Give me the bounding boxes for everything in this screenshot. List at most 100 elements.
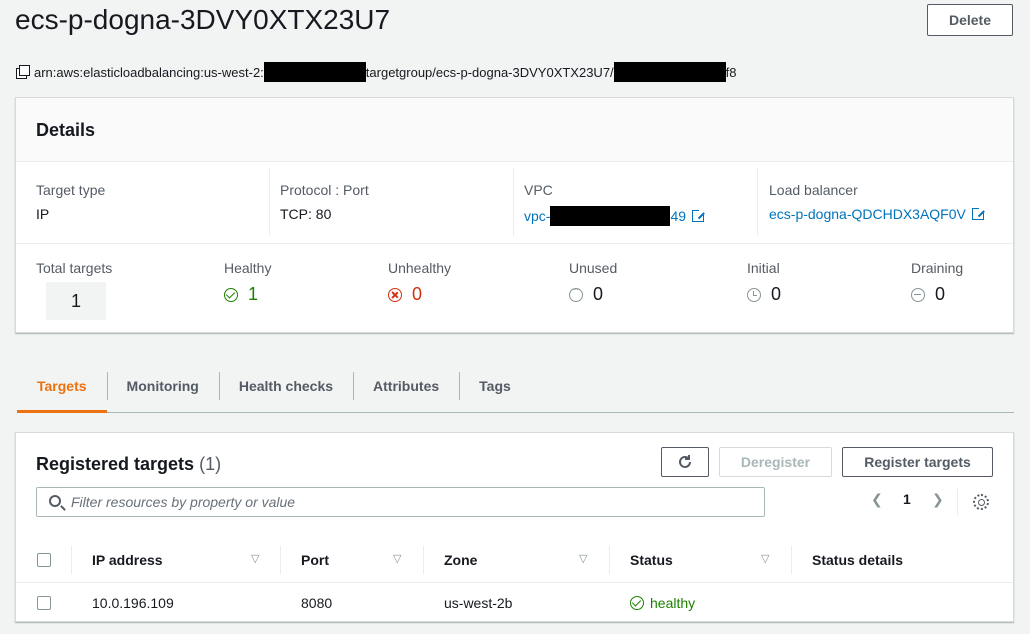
count-unhealthy: Unhealthy 0 bbox=[388, 260, 451, 305]
vpc-link[interactable]: vpc- 49 bbox=[524, 206, 707, 226]
divider bbox=[16, 243, 1013, 244]
filter-placeholder: Filter resources by property or value bbox=[71, 494, 296, 510]
tab-targets[interactable]: Targets bbox=[17, 367, 107, 413]
divider bbox=[957, 489, 958, 515]
count-label: Total targets bbox=[36, 260, 113, 276]
attr-target-type: Target type IP bbox=[36, 182, 105, 222]
select-all-checkbox[interactable] bbox=[37, 553, 51, 567]
redacted-block bbox=[613, 62, 726, 82]
attr-protocol-port: Protocol : Port TCP: 80 bbox=[280, 182, 369, 222]
tab-tags[interactable]: Tags bbox=[459, 367, 531, 413]
load-balancer-link[interactable]: ecs-p-dogna-QDCHDX3AQF0V bbox=[769, 206, 986, 222]
tab-health-checks[interactable]: Health checks bbox=[218, 367, 353, 413]
column-header[interactable]: Port bbox=[301, 552, 329, 568]
error-circle-icon bbox=[388, 287, 402, 302]
attr-vpc: VPC vpc- 49 bbox=[524, 182, 707, 226]
divider bbox=[609, 546, 610, 574]
port-cell: 8080 bbox=[301, 595, 333, 611]
divider bbox=[757, 168, 758, 236]
check-circle-icon bbox=[630, 596, 644, 610]
details-panel: Details Target type IP Protocol : Port T… bbox=[15, 97, 1014, 333]
count-label: Healthy bbox=[224, 260, 272, 276]
gear-icon[interactable] bbox=[973, 494, 989, 510]
count-total: Total targets 1 bbox=[36, 260, 112, 320]
arn-line: arn:aws:elasticloadbalancing:us-west-2: … bbox=[16, 62, 737, 82]
load-balancer-name: ecs-p-dogna-QDCHDX3AQF0V bbox=[769, 206, 966, 222]
vpc-prefix: vpc- bbox=[524, 208, 551, 224]
column-header: Status details bbox=[812, 552, 904, 568]
register-targets-button[interactable]: Register targets bbox=[842, 447, 993, 477]
divider bbox=[423, 546, 424, 574]
status-text: healthy bbox=[650, 595, 696, 611]
column-header[interactable]: Zone bbox=[444, 552, 477, 568]
arn-prefix: arn:aws:elasticloadbalancing:us-west-2: bbox=[34, 64, 264, 80]
count-value: 0 bbox=[412, 284, 423, 304]
count-label: Initial bbox=[747, 260, 780, 276]
table-row[interactable]: 10.0.196.109 8080 us-west-2b healthy bbox=[16, 584, 1013, 622]
check-circle-icon bbox=[224, 287, 238, 302]
column-header[interactable]: IP address bbox=[92, 552, 163, 568]
ip-cell: 10.0.196.109 bbox=[92, 595, 174, 611]
attr-label: VPC bbox=[524, 182, 553, 198]
count-healthy: Healthy 1 bbox=[224, 260, 271, 305]
divider bbox=[280, 546, 281, 574]
next-page-icon[interactable]: ❯ bbox=[932, 491, 944, 508]
refresh-icon bbox=[679, 455, 691, 468]
count-label: Unused bbox=[569, 260, 618, 276]
registered-targets-heading: Registered targets (1) bbox=[36, 454, 221, 475]
attr-value: IP bbox=[36, 206, 50, 222]
column-header[interactable]: Status bbox=[630, 552, 673, 568]
divider bbox=[269, 168, 270, 236]
clock-icon bbox=[747, 287, 761, 302]
divider bbox=[71, 546, 72, 574]
attr-label: Protocol : Port bbox=[280, 182, 369, 198]
refresh-button[interactable] bbox=[661, 447, 709, 477]
count-initial: Initial 0 bbox=[747, 260, 781, 305]
count-value: 0 bbox=[771, 284, 782, 304]
count-value: 0 bbox=[593, 284, 604, 304]
target-count: (1) bbox=[199, 454, 222, 474]
attr-load-balancer: Load balancer ecs-p-dogna-QDCHDX3AQF0V bbox=[769, 182, 986, 222]
section-title: Registered targets bbox=[36, 454, 195, 474]
count-label: Draining bbox=[911, 260, 964, 276]
registered-targets-panel: Registered targets (1) Deregister Regist… bbox=[15, 432, 1014, 622]
copy-icon[interactable] bbox=[16, 65, 30, 79]
vpc-suffix: 49 bbox=[670, 208, 687, 224]
prev-page-icon[interactable]: ❮ bbox=[871, 491, 883, 508]
table-header: IP address ▽ Port ▽ Zone ▽ Status ▽ Stat… bbox=[16, 538, 1013, 583]
count-draining: Draining 0 bbox=[911, 260, 963, 305]
attr-label: Target type bbox=[36, 182, 106, 198]
sort-icon[interactable]: ▽ bbox=[251, 552, 259, 565]
page-title: ecs-p-dogna-3DVY0XTX23U7 bbox=[15, 4, 391, 35]
tab-monitoring[interactable]: Monitoring bbox=[106, 367, 219, 413]
tab-attributes[interactable]: Attributes bbox=[353, 367, 459, 413]
external-link-icon bbox=[692, 208, 707, 222]
count-value: 0 bbox=[935, 284, 946, 304]
count-unused: Unused 0 bbox=[569, 260, 617, 305]
deregister-button[interactable]: Deregister bbox=[719, 447, 832, 477]
sort-icon[interactable]: ▽ bbox=[579, 552, 587, 565]
minus-circle-icon bbox=[911, 287, 925, 302]
arn-middle: targetgroup/ecs-p-dogna-3DVY0XTX23U7/ bbox=[365, 64, 614, 80]
attr-label: Load balancer bbox=[769, 182, 858, 198]
filter-input[interactable]: Filter resources by property or value bbox=[36, 487, 765, 517]
row-checkbox[interactable] bbox=[37, 596, 51, 610]
sort-icon[interactable]: ▽ bbox=[393, 552, 401, 565]
divider bbox=[513, 168, 514, 236]
sort-icon[interactable]: ▽ bbox=[761, 552, 769, 565]
details-heading: Details bbox=[16, 98, 1013, 162]
status-cell: healthy bbox=[630, 595, 695, 611]
ellipsis-circle-icon bbox=[569, 284, 583, 302]
search-icon bbox=[49, 495, 61, 507]
page-number[interactable]: 1 bbox=[903, 491, 911, 507]
tab-bar: Targets Monitoring Health checks Attribu… bbox=[17, 367, 1014, 413]
arn-suffix: f8 bbox=[725, 64, 737, 80]
count-label: Unhealthy bbox=[388, 260, 452, 276]
delete-button[interactable]: Delete bbox=[927, 4, 1013, 36]
divider bbox=[791, 546, 792, 574]
count-value: 1 bbox=[46, 282, 106, 320]
attr-value: TCP: 80 bbox=[280, 206, 332, 222]
external-link-icon bbox=[971, 206, 986, 220]
redacted-block bbox=[550, 206, 671, 226]
count-value: 1 bbox=[248, 284, 259, 304]
